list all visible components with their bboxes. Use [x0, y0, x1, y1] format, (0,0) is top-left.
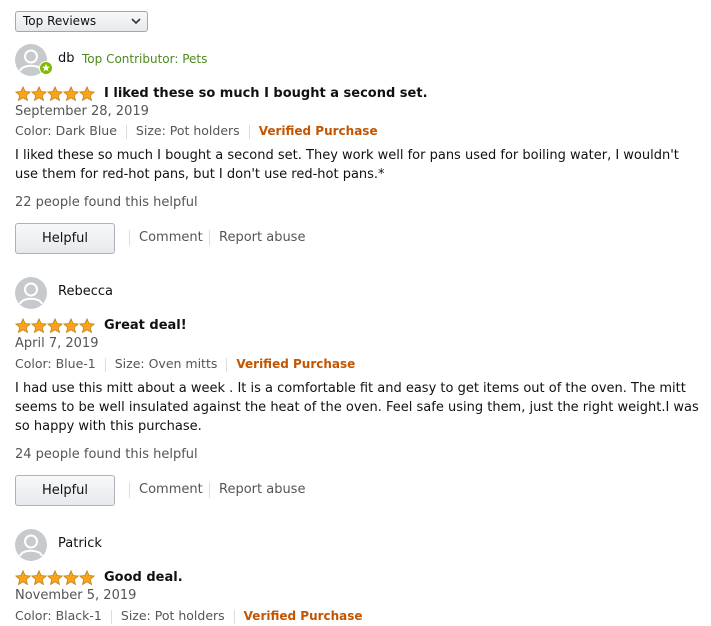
reviewer-name: Rebecca — [58, 284, 113, 299]
star-icon — [15, 86, 32, 102]
review-title[interactable]: Good deal. — [104, 570, 183, 585]
sort-selected-value: Top Reviews — [23, 14, 97, 28]
reviewer-name: Patrick — [58, 536, 102, 551]
divider — [209, 482, 210, 498]
review-meta: Color: Blue-1 Size: Oven mitts Verified Pu… — [15, 356, 355, 372]
chevron-down-icon — [131, 18, 141, 25]
review-item: db Top Contributor: Pets I liked these s… — [15, 44, 705, 254]
star-icon — [30, 318, 48, 334]
star-icon — [78, 570, 95, 586]
review-text: I had use this mitt about a week . It is… — [15, 381, 699, 434]
review-meta: Color: Dark Blue Size: Pot holders Verifie… — [15, 123, 378, 139]
review-date: September 28, 2019 — [15, 104, 149, 119]
star-icon — [78, 86, 95, 102]
review-title[interactable]: I liked these so much I bought a second … — [104, 86, 428, 101]
divider — [110, 609, 112, 624]
divider — [129, 482, 130, 498]
divider — [233, 609, 235, 624]
star-icon — [15, 570, 32, 586]
star-icon — [62, 570, 80, 586]
verified-purchase-badge: Verified Purchase — [236, 357, 356, 371]
star-icon — [30, 86, 48, 102]
variant-color[interactable]: Color: Dark Blue — [15, 123, 117, 138]
divider — [248, 124, 250, 139]
variant-color[interactable]: Color: Blue-1 — [15, 356, 96, 371]
contributor-badge-icon — [39, 61, 53, 75]
review-date: April 7, 2019 — [15, 336, 99, 351]
star-icon — [15, 318, 32, 334]
star-rating — [15, 318, 95, 334]
divider — [104, 357, 106, 372]
review-item: Rebecca Great deal! April 7, 2019 Color:… — [15, 277, 705, 506]
verified-purchase-badge: Verified Purchase — [258, 124, 378, 138]
star-icon — [46, 318, 64, 334]
contributor-badge-label: Top Contributor: Pets — [82, 52, 208, 66]
variant-color[interactable]: Color: Black-1 — [15, 608, 102, 623]
variant-size[interactable]: Size: Oven mitts — [115, 356, 218, 371]
star-icon — [30, 570, 48, 586]
helpful-count: 24 people found this helpful — [15, 447, 198, 462]
review-item: Patrick Good deal. November 5, 2019 Colo… — [15, 529, 705, 624]
star-icon — [78, 318, 95, 334]
star-icon — [62, 318, 80, 334]
sort-dropdown[interactable]: Top Reviews — [15, 11, 148, 32]
review-actions: Helpful Comment Report abuse — [15, 475, 415, 506]
reviewer-name: db — [58, 51, 75, 66]
report-abuse-link[interactable]: Report abuse — [219, 482, 305, 497]
review-date: November 5, 2019 — [15, 588, 137, 603]
star-icon — [62, 86, 80, 102]
star-icon — [46, 570, 64, 586]
helpful-button[interactable]: Helpful — [15, 223, 115, 254]
helpful-button[interactable]: Helpful — [15, 475, 115, 506]
comment-link[interactable]: Comment — [139, 482, 203, 497]
star-icon — [46, 86, 64, 102]
reviewer-profile[interactable]: Rebecca — [15, 277, 705, 309]
divider — [226, 357, 228, 372]
variant-size[interactable]: Size: Pot holders — [121, 608, 225, 623]
reviewer-profile[interactable]: db Top Contributor: Pets — [15, 44, 705, 76]
comment-link[interactable]: Comment — [139, 230, 203, 245]
divider — [125, 124, 127, 139]
review-title-row: Great deal! — [15, 318, 695, 334]
review-actions: Helpful Comment Report abuse — [15, 223, 415, 254]
report-abuse-link[interactable]: Report abuse — [219, 230, 305, 245]
reviewer-profile[interactable]: Patrick — [15, 529, 705, 561]
star-rating — [15, 570, 95, 586]
divider — [209, 230, 210, 246]
review-title[interactable]: Great deal! — [104, 318, 187, 333]
default-avatar-icon — [15, 277, 47, 309]
default-avatar-icon — [15, 529, 47, 561]
review-title-row: Good deal. — [15, 570, 695, 586]
star-rating — [15, 86, 95, 102]
verified-purchase-badge: Verified Purchase — [243, 609, 363, 623]
review-title-row: I liked these so much I bought a second … — [15, 86, 695, 102]
variant-size[interactable]: Size: Pot holders — [136, 123, 240, 138]
review-text: I liked these so much I bought a second … — [15, 148, 679, 182]
review-meta: Color: Black-1 Size: Pot holders Verified … — [15, 608, 363, 624]
divider — [129, 230, 130, 246]
helpful-count: 22 people found this helpful — [15, 195, 198, 210]
